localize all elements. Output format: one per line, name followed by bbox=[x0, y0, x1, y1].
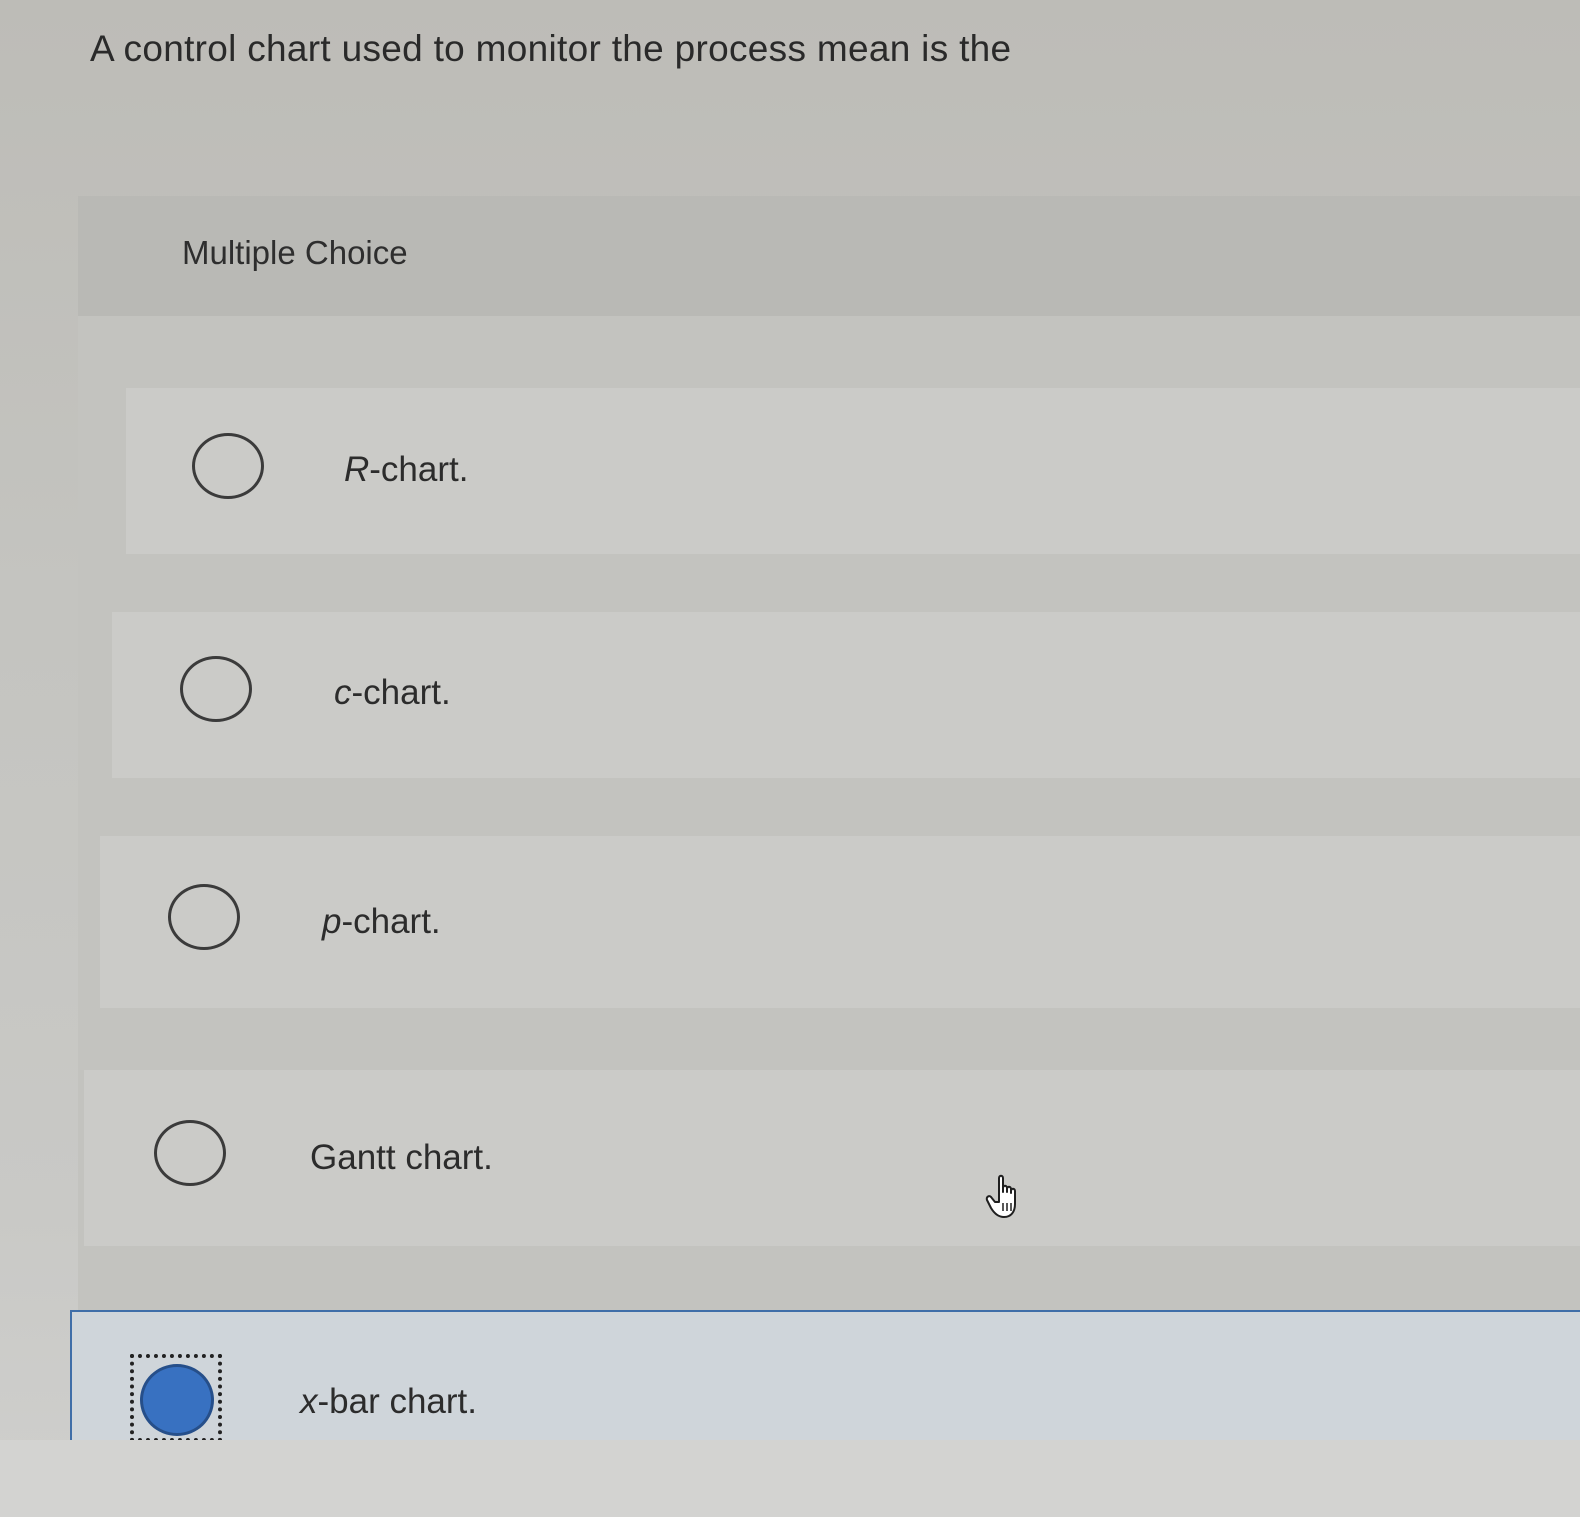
radio-button[interactable] bbox=[180, 656, 252, 722]
quiz-page: { "question": { "text": "A control chart… bbox=[0, 0, 1580, 1517]
multiple-choice-label: Multiple Choice bbox=[182, 234, 408, 271]
option-label: x-bar chart. bbox=[300, 1382, 477, 1421]
option-c-chart[interactable]: c-chart. bbox=[112, 612, 1580, 778]
page-bottom bbox=[0, 1440, 1580, 1517]
option-label: R-chart. bbox=[344, 450, 469, 489]
question-text: A control chart used to monitor the proc… bbox=[90, 28, 1012, 69]
option-label: Gantt chart. bbox=[310, 1138, 493, 1177]
option-r-chart[interactable]: R-chart. bbox=[126, 388, 1580, 554]
multiple-choice-header: Multiple Choice bbox=[78, 196, 1580, 316]
option-p-chart[interactable]: p-chart. bbox=[100, 836, 1580, 1008]
option-label: p-chart. bbox=[322, 902, 441, 941]
option-label: c-chart. bbox=[334, 673, 451, 712]
radio-button-selected[interactable] bbox=[140, 1364, 214, 1436]
option-gantt-chart[interactable]: Gantt chart. bbox=[84, 1070, 1580, 1246]
radio-button[interactable] bbox=[192, 433, 264, 499]
radio-button[interactable] bbox=[154, 1120, 226, 1186]
multiple-choice-panel: Multiple Choice bbox=[78, 196, 1580, 1441]
radio-button[interactable] bbox=[168, 884, 240, 950]
hand-pointer-icon bbox=[985, 1174, 1016, 1218]
option-x-bar-chart[interactable]: x-bar chart. bbox=[70, 1310, 1580, 1442]
